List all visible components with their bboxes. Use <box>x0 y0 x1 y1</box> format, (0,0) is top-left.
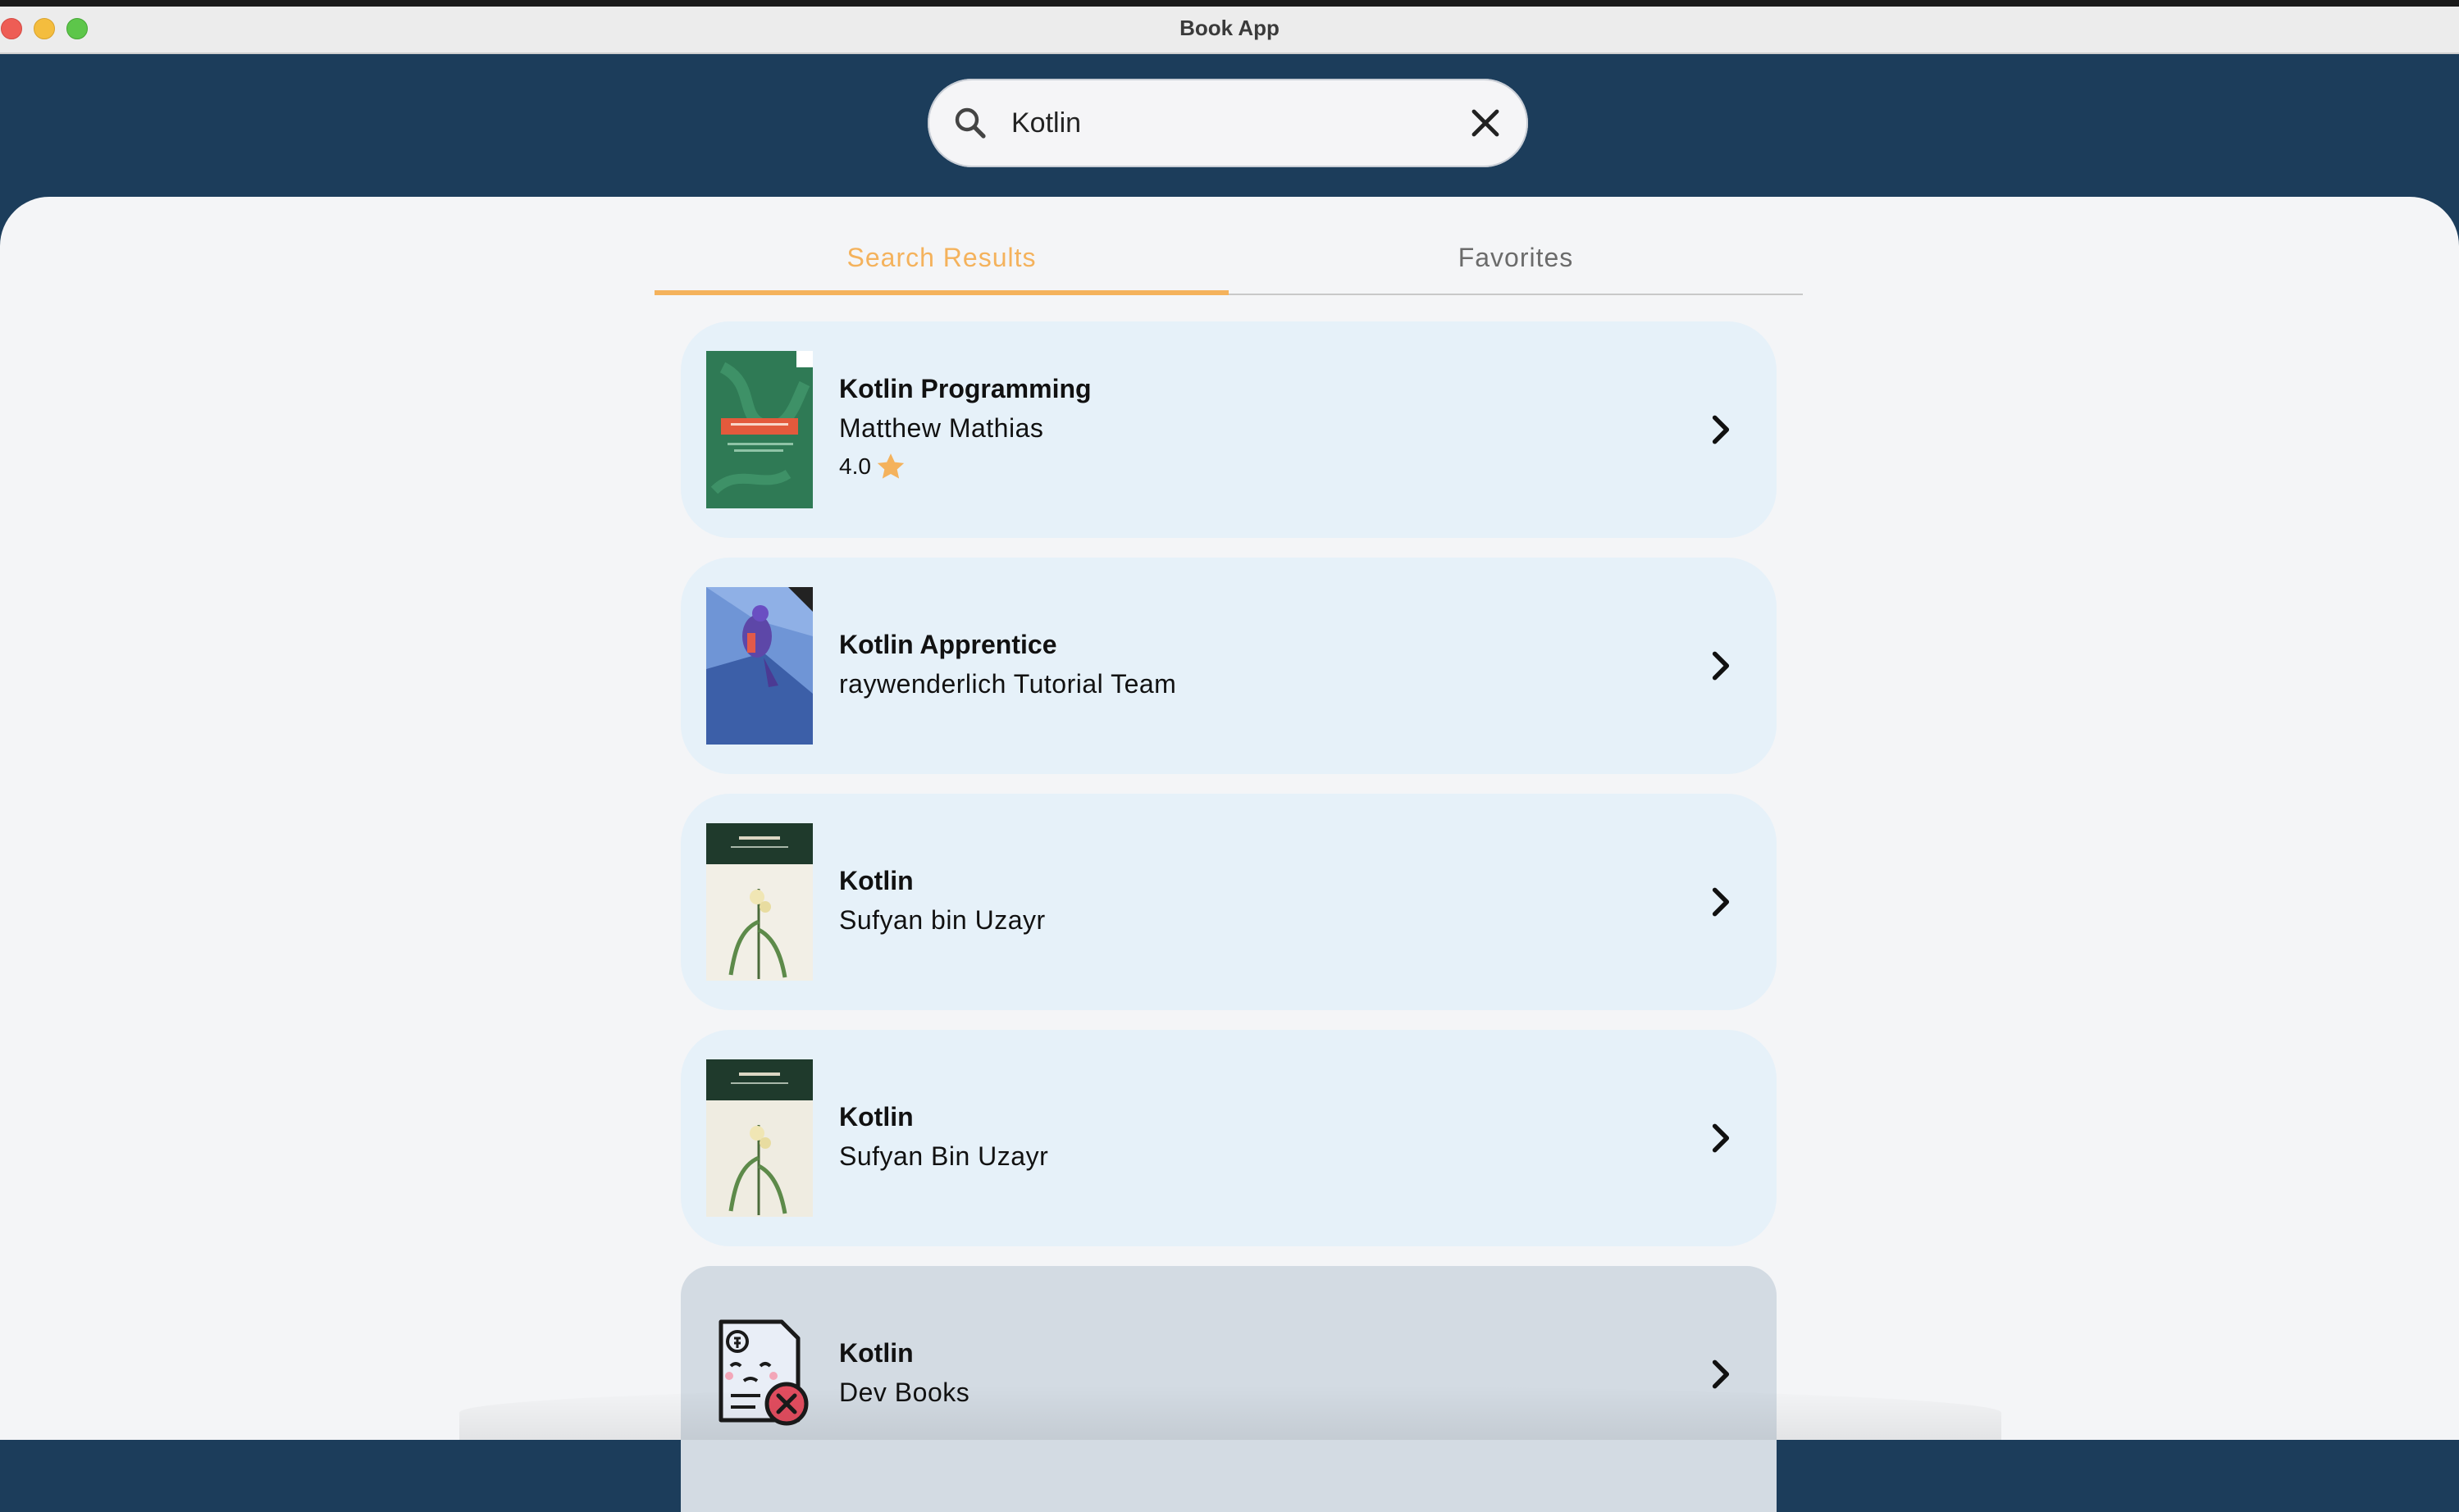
book-title: Kotlin Programming <box>839 374 1092 403</box>
book-author: raywenderlich Tutorial Team <box>839 669 1177 699</box>
book-author: Matthew Mathias <box>839 413 1044 443</box>
book-title: Kotlin Apprentice <box>839 630 1057 659</box>
search-icon <box>955 107 986 139</box>
book-cover-image <box>706 823 813 981</box>
title-bar: Book App <box>0 7 2459 54</box>
book-title: Kotlin <box>839 1102 914 1132</box>
tab-favorites[interactable]: Favorites <box>1229 215 1803 295</box>
rating-value: 4.0 <box>839 453 871 479</box>
chevron-right-icon <box>1712 415 1730 444</box>
book-author: Sufyan Bin Uzayr <box>839 1141 1049 1171</box>
book-card[interactable]: Kotlin Sufyan Bin Uzayr <box>681 1030 1777 1246</box>
book-card[interactable]: Kotlin Dev Books <box>681 1266 1777 1512</box>
star-icon <box>877 453 905 479</box>
tab-search-results[interactable]: Search Results <box>655 215 1229 295</box>
chevron-right-icon <box>1712 1123 1730 1153</box>
book-title: Kotlin <box>839 1338 914 1368</box>
window-title: Book App <box>1179 16 1280 40</box>
book-card[interactable]: Kotlin Programming Matthew Mathias 4.0 <box>681 321 1777 538</box>
chevron-right-icon <box>1712 651 1730 681</box>
book-rating: 4.0 <box>839 448 1092 485</box>
book-title: Kotlin <box>839 866 914 895</box>
book-card[interactable]: Kotlin Sufyan bin Uzayr <box>681 794 1777 1010</box>
book-author: Dev Books <box>839 1378 970 1407</box>
window-top-edge <box>0 0 2459 7</box>
clear-search-icon[interactable] <box>1466 103 1505 143</box>
book-cover-image <box>706 587 813 745</box>
no-cover-placeholder-icon <box>719 1319 809 1426</box>
chevron-right-icon <box>1712 1359 1730 1389</box>
chevron-right-icon <box>1712 887 1730 917</box>
search-input[interactable] <box>1011 100 1438 146</box>
tab-bar: Search Results Favorites <box>655 215 1803 295</box>
book-cover-image <box>706 351 813 508</box>
book-author: Sufyan bin Uzayr <box>839 905 1046 935</box>
search-bar[interactable] <box>928 79 1528 167</box>
book-cover-image <box>706 1059 813 1217</box>
book-card[interactable]: Kotlin Apprentice raywenderlich Tutorial… <box>681 558 1777 774</box>
